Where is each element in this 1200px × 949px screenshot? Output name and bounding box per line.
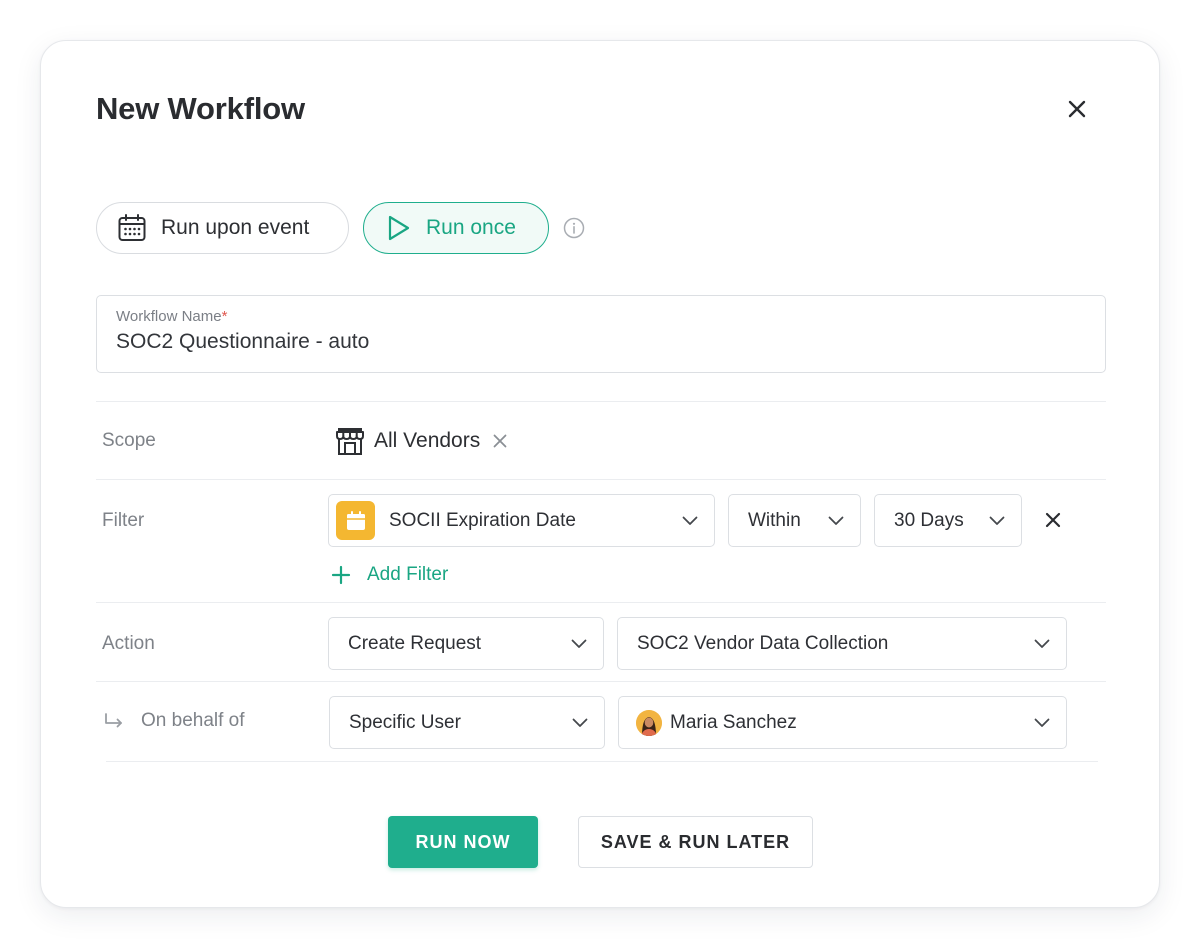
action-type-value: Create Request: [348, 632, 482, 654]
on-behalf-label: On behalf of: [103, 710, 245, 732]
run-once-label: Run once: [426, 216, 516, 239]
play-icon: [386, 214, 412, 242]
avatar: [636, 709, 662, 736]
close-icon: [1045, 512, 1061, 528]
filter-operator-select[interactable]: Within: [728, 494, 861, 547]
scope-label: Scope: [102, 430, 156, 451]
filter-operator-value: Within: [748, 509, 801, 531]
divider: [96, 479, 1106, 480]
run-upon-event-button[interactable]: Run upon event: [96, 202, 349, 254]
chevron-down-icon: [989, 516, 1005, 526]
on-behalf-mode-value: Specific User: [349, 711, 461, 733]
new-workflow-modal: New Workflow Run upon event Run once Wor…: [40, 40, 1160, 908]
workflow-name-label-text: Workflow Name: [116, 308, 222, 325]
chevron-down-icon: [572, 718, 588, 728]
chevron-down-icon: [828, 516, 844, 526]
divider: [96, 681, 1106, 682]
add-filter-label: Add Filter: [367, 564, 449, 585]
workflow-name-input[interactable]: [116, 330, 1086, 354]
divider: [106, 761, 1098, 762]
close-icon: [493, 434, 507, 448]
chevron-down-icon: [1034, 718, 1050, 728]
workflow-name-field[interactable]: Workflow Name*: [96, 295, 1106, 373]
action-label: Action: [102, 633, 155, 654]
divider: [96, 401, 1106, 402]
run-upon-event-label: Run upon event: [161, 216, 310, 239]
filter-label: Filter: [102, 510, 145, 531]
modal-title: New Workflow: [96, 91, 305, 126]
action-target-select[interactable]: SOC2 Vendor Data Collection: [617, 617, 1067, 670]
scope-chip-label: All Vendors: [374, 429, 481, 452]
chevron-down-icon: [571, 639, 587, 649]
info-icon[interactable]: [563, 217, 585, 239]
filter-field-select[interactable]: SOCII Expiration Date: [328, 494, 715, 547]
run-now-button[interactable]: RUN NOW: [388, 816, 538, 868]
close-icon: [1068, 100, 1086, 118]
required-mark: *: [221, 308, 228, 325]
filter-field-value: SOCII Expiration Date: [389, 509, 576, 531]
chevron-down-icon: [682, 516, 698, 526]
calendar-badge-icon: [336, 501, 375, 540]
remove-scope-button[interactable]: [492, 433, 508, 449]
on-behalf-user-value: Maria Sanchez: [670, 711, 797, 733]
action-type-select[interactable]: Create Request: [328, 617, 604, 670]
filter-value-value: 30 Days: [894, 509, 964, 531]
remove-filter-button[interactable]: [1039, 506, 1067, 534]
scope-chip: All Vendors: [334, 424, 508, 458]
on-behalf-user-select[interactable]: Maria Sanchez: [618, 696, 1067, 749]
plus-icon: [331, 565, 351, 585]
store-icon: [334, 425, 366, 457]
add-filter-button[interactable]: Add Filter: [331, 561, 448, 589]
calendar-icon: [117, 213, 147, 243]
sub-arrow-icon: [103, 712, 125, 730]
workflow-name-label: Workflow Name*: [116, 308, 1086, 325]
chevron-down-icon: [1034, 639, 1050, 649]
filter-value-select[interactable]: 30 Days: [874, 494, 1022, 547]
close-button[interactable]: [1061, 93, 1093, 125]
run-once-button[interactable]: Run once: [363, 202, 549, 254]
on-behalf-mode-select[interactable]: Specific User: [329, 696, 605, 749]
action-target-value: SOC2 Vendor Data Collection: [637, 632, 889, 654]
on-behalf-label-text: On behalf of: [141, 710, 245, 731]
save-and-run-later-button[interactable]: SAVE & RUN LATER: [578, 816, 813, 868]
divider: [96, 602, 1106, 603]
